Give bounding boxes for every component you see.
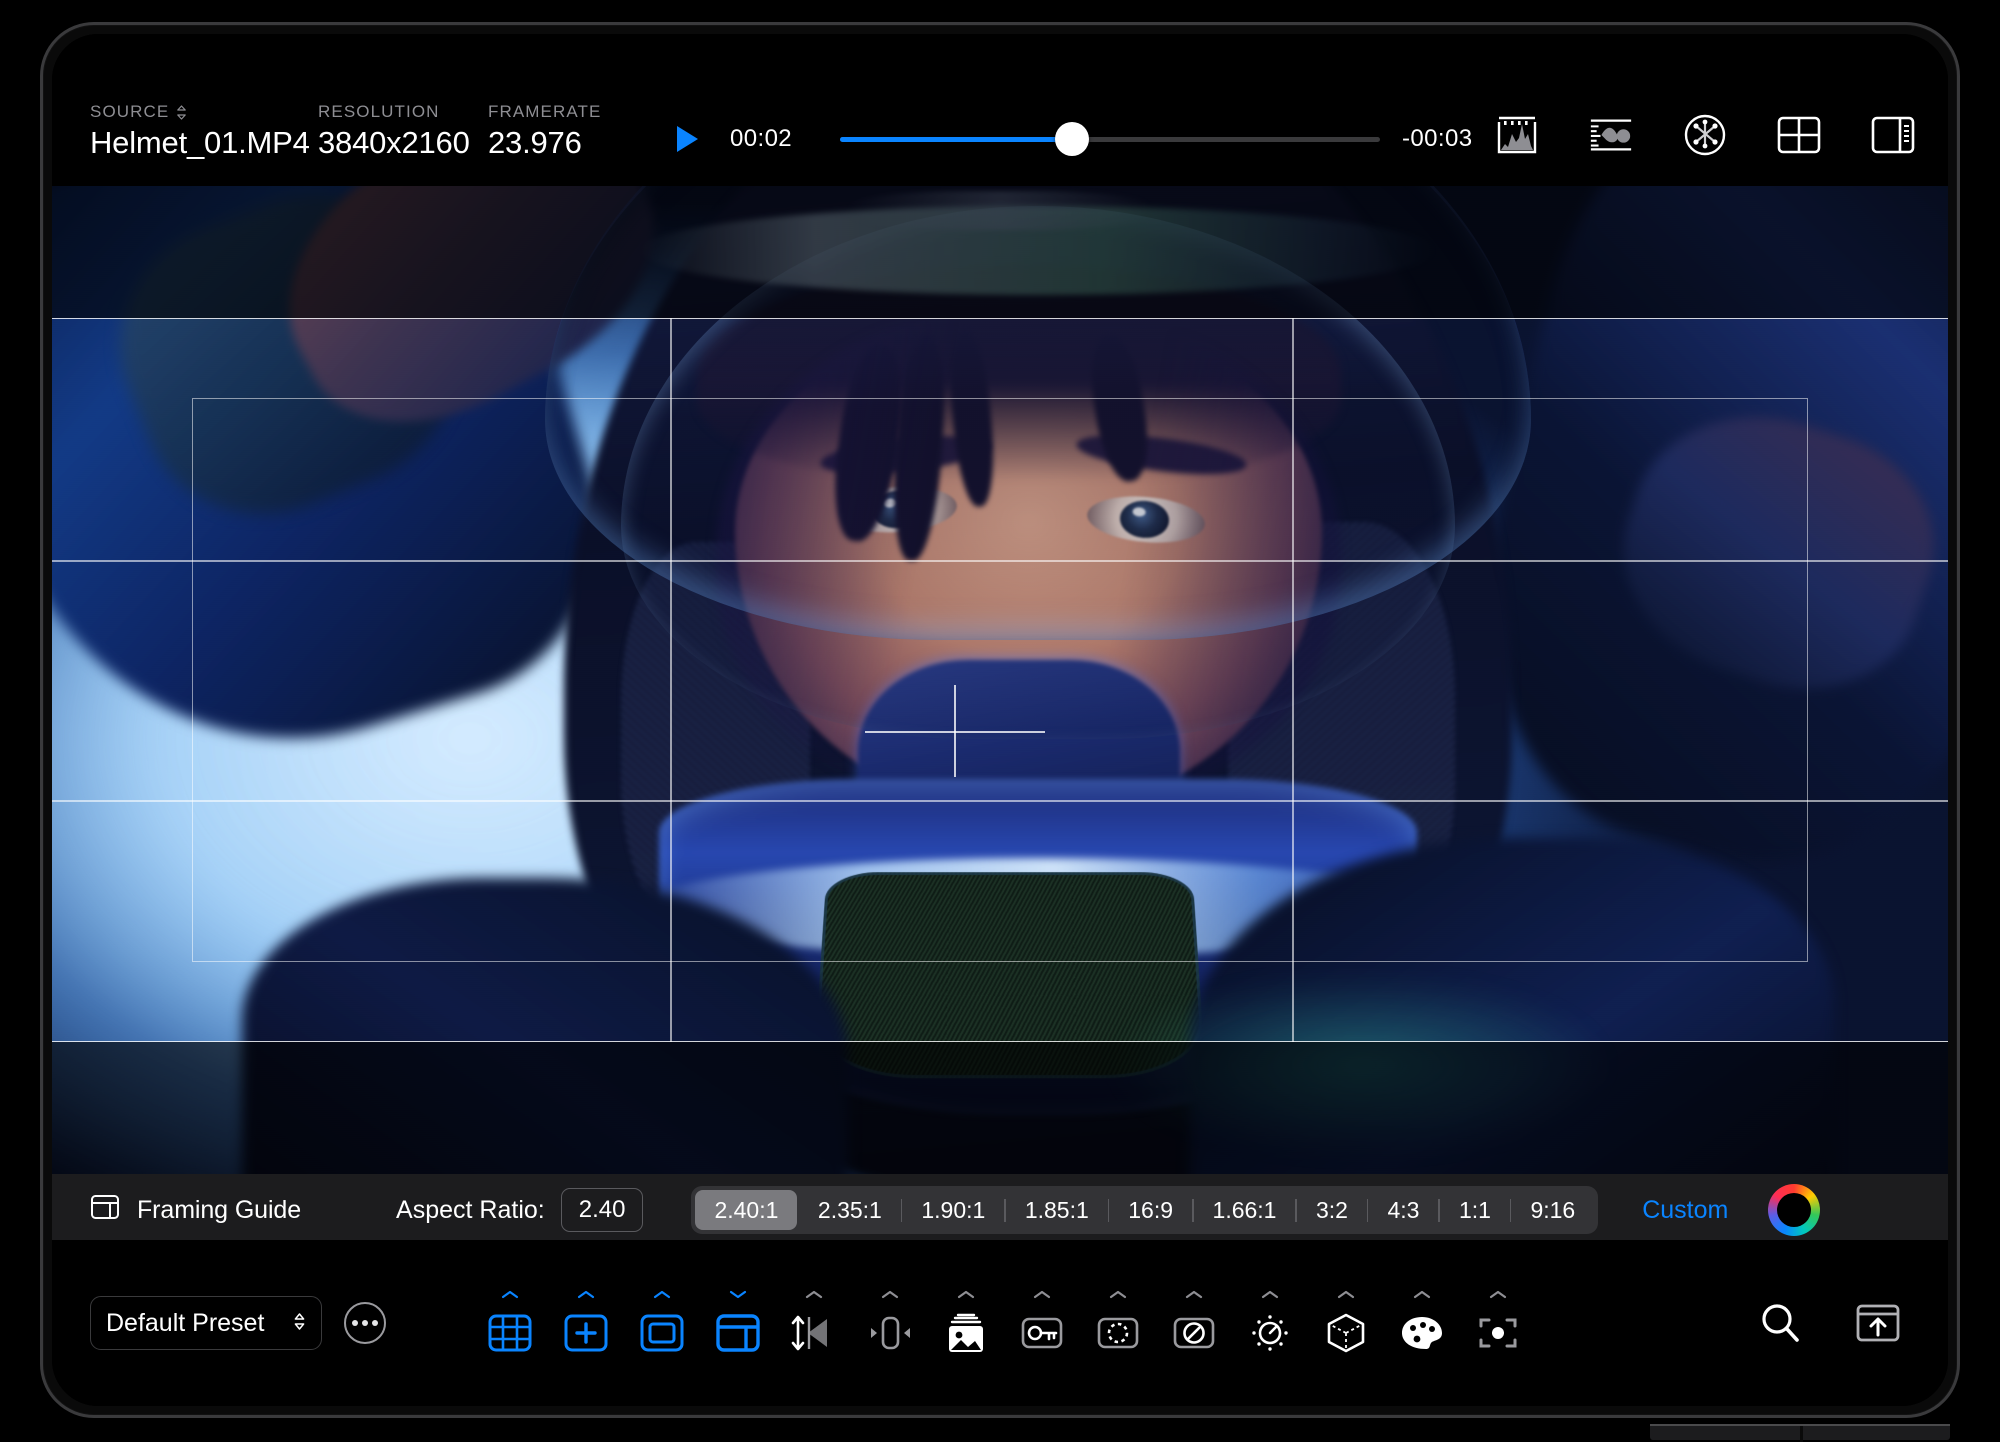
playback-controls: 00:02 -00:03 (670, 122, 1494, 186)
aspect-preset-9-16[interactable]: 9:16 (1511, 1190, 1594, 1230)
tablet-device-frame: SOURCE Helmet_01.MP4 RESOLUTION 3840x216… (40, 22, 1960, 1418)
bottom-toolbar: Default Preset (52, 1240, 1948, 1406)
lut-cube-icon-glyph (1323, 1307, 1369, 1359)
device-stand (1650, 1424, 1950, 1442)
source-meta[interactable]: SOURCE Helmet_01.MP4 (90, 102, 318, 186)
crosshair-overlay-icon-glyph (563, 1307, 609, 1359)
color-palette-icon-glyph (1398, 1307, 1446, 1359)
aspect-ratio-segmented-control[interactable]: 2.40:1 2.35:1 1.90:1 1.85:1 16:9 1.66:1 3:2 4:3… (691, 1186, 1599, 1234)
framerate-value: 23.976 (488, 125, 582, 160)
source-value: Helmet_01.MP4 (90, 125, 310, 160)
clip-metadata-group: SOURCE Helmet_01.MP4 RESOLUTION 3840x216… (52, 102, 638, 186)
export-upload-icon[interactable] (1852, 1297, 1904, 1349)
lut-cube-icon[interactable] (1308, 1287, 1384, 1359)
waveform-icon[interactable] (1588, 112, 1634, 158)
play-icon[interactable] (670, 122, 704, 156)
aspect-preset-1-90-1[interactable]: 1.90:1 (902, 1190, 1004, 1230)
aspect-ratio-input[interactable]: 2.40 (560, 1188, 644, 1232)
aspect-preset-4-3[interactable]: 4:3 (1368, 1190, 1438, 1230)
license-key-icon[interactable] (1004, 1287, 1080, 1359)
crosshair-overlay-icon[interactable] (548, 1287, 624, 1359)
resolution-meta: RESOLUTION 3840x2160 (318, 102, 488, 186)
safe-area-icon-glyph (639, 1307, 685, 1359)
remaining-time: -00:03 (1402, 125, 1473, 152)
framing-guide-title: Framing Guide (90, 1194, 301, 1227)
frame-capture-icon[interactable] (1460, 1287, 1536, 1359)
flip-horizontal-icon-glyph (789, 1307, 839, 1359)
license-key-icon-glyph (1018, 1307, 1066, 1359)
top-bar: SOURCE Helmet_01.MP4 RESOLUTION 3840x216… (52, 34, 1948, 186)
color-palette-icon[interactable] (1384, 1287, 1460, 1359)
exposure-icon[interactable] (1232, 1287, 1308, 1359)
anamorphic-desqueeze-icon-glyph (865, 1307, 915, 1359)
current-time: 00:02 (730, 125, 793, 152)
aspect-ratio-label: Aspect Ratio: (396, 1195, 545, 1224)
framing-guide-bar: Framing Guide Aspect Ratio: 2.40 2.40:1 2… (52, 1174, 1948, 1246)
frame-capture-icon-glyph (1475, 1307, 1521, 1359)
search-icon[interactable] (1754, 1297, 1806, 1349)
image-overlay-icon-glyph (942, 1307, 990, 1359)
resolution-value: 3840x2160 (318, 125, 470, 160)
chevron-up-down-icon (293, 1309, 306, 1338)
chevron-up-down-icon[interactable] (176, 104, 187, 120)
aspect-preset-1-1[interactable]: 1:1 (1440, 1190, 1510, 1230)
safe-area-icon[interactable] (624, 1287, 700, 1359)
video-viewer[interactable] (52, 186, 1948, 1174)
preset-value: Default Preset (106, 1308, 265, 1337)
aspect-preset-16-9[interactable]: 16:9 (1109, 1190, 1192, 1230)
resolution-label: RESOLUTION (318, 102, 440, 121)
framerate-meta: FRAMERATE 23.976 (488, 102, 638, 186)
custom-aspect-button[interactable]: Custom (1642, 1196, 1728, 1225)
quad-view-icon[interactable] (1776, 112, 1822, 158)
framing-guide-icon (90, 1194, 120, 1227)
overlay-tools-row (472, 1287, 1536, 1359)
framing-guide-tool-icon[interactable] (700, 1287, 776, 1359)
flip-horizontal-icon[interactable] (776, 1287, 852, 1359)
preset-select[interactable]: Default Preset (90, 1296, 322, 1350)
scrubber-fill (840, 136, 1073, 142)
framing-guide-label: Framing Guide (137, 1195, 302, 1224)
focus-assist-icon-glyph (1094, 1307, 1142, 1359)
aspect-preset-2-35-1[interactable]: 2.35:1 (799, 1190, 901, 1230)
source-label-text: SOURCE (90, 102, 170, 121)
anamorphic-desqueeze-icon[interactable] (852, 1287, 928, 1359)
scope-toolbar (1494, 112, 1948, 186)
false-color-icon-glyph (1170, 1307, 1218, 1359)
video-image (52, 186, 1948, 1174)
image-overlay-icon[interactable] (928, 1287, 1004, 1359)
aspect-preset-2-40-1[interactable]: 2.40:1 (695, 1190, 798, 1230)
false-color-icon[interactable] (1156, 1287, 1232, 1359)
device-screen: SOURCE Helmet_01.MP4 RESOLUTION 3840x216… (52, 34, 1948, 1406)
playhead-scrubber[interactable] (840, 122, 1380, 156)
aspect-preset-1-85-1[interactable]: 1.85:1 (1006, 1190, 1108, 1230)
right-tools-group (1754, 1297, 1904, 1349)
grid-overlay-icon-glyph (487, 1307, 533, 1359)
framerate-label: FRAMERATE (488, 102, 602, 121)
video-frame (52, 186, 1948, 1174)
source-label: SOURCE (90, 102, 318, 122)
framing-guide-tool-icon-glyph (715, 1307, 761, 1359)
exposure-icon-glyph (1246, 1307, 1294, 1359)
ellipsis-icon[interactable] (344, 1302, 386, 1344)
histogram-icon[interactable] (1494, 112, 1540, 158)
vectorscope-icon[interactable] (1682, 112, 1728, 158)
inspector-panel-icon[interactable] (1870, 112, 1916, 158)
color-wheel-icon[interactable] (1768, 1184, 1821, 1236)
grid-overlay-icon[interactable] (472, 1287, 548, 1359)
aspect-preset-1-66-1[interactable]: 1.66:1 (1194, 1190, 1296, 1230)
scrubber-knob[interactable] (1055, 122, 1090, 156)
aspect-preset-3-2[interactable]: 3:2 (1297, 1190, 1367, 1230)
focus-assist-icon[interactable] (1080, 1287, 1156, 1359)
